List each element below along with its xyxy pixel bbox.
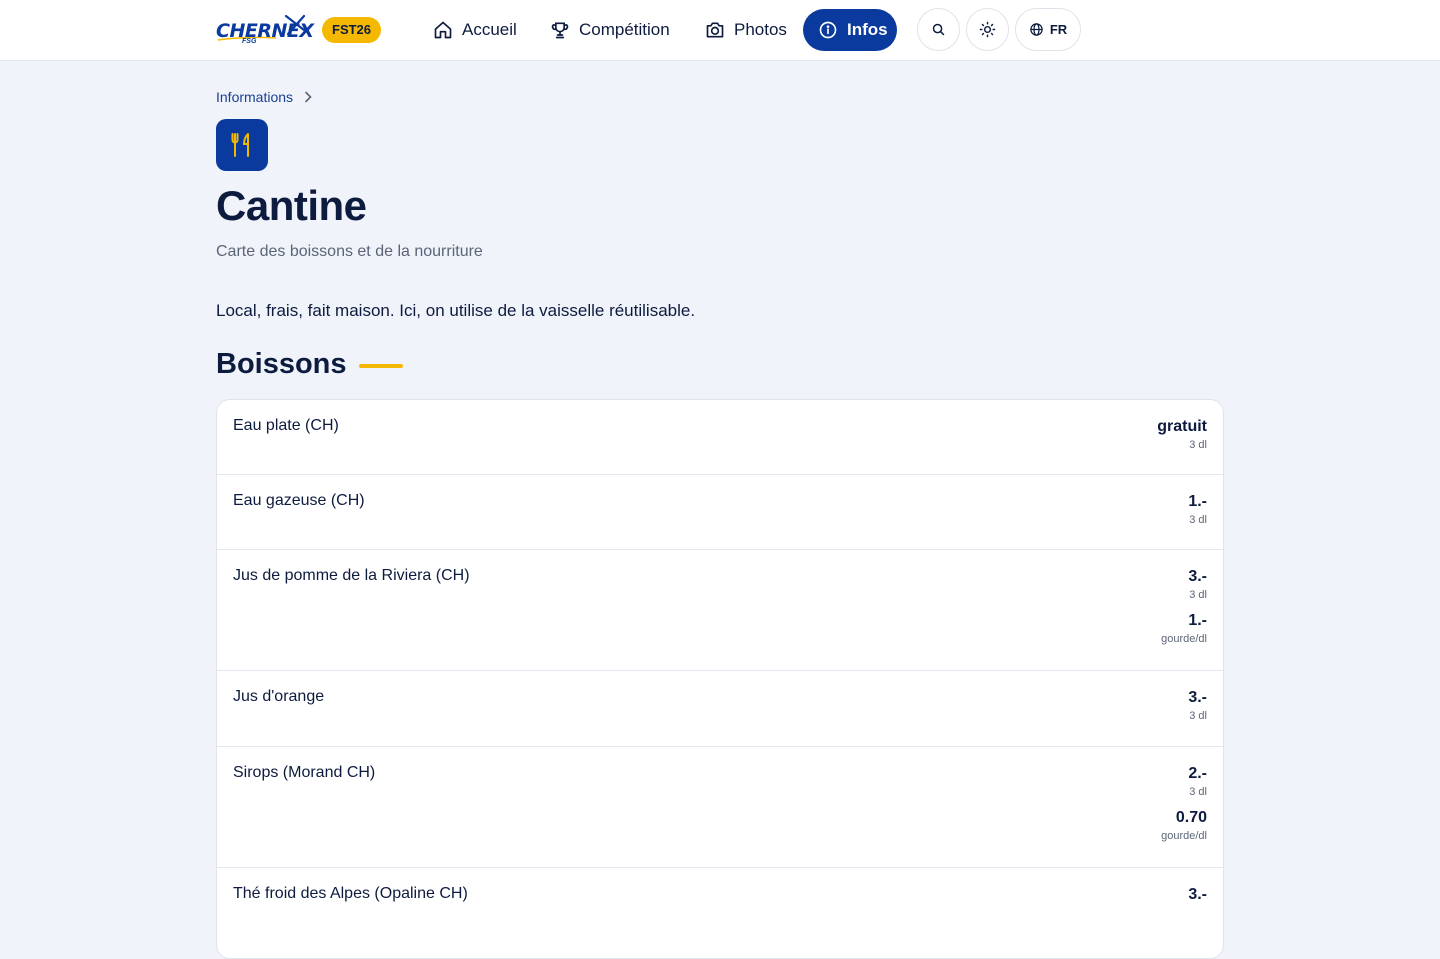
breadcrumb-informations[interactable]: Informations [216, 89, 293, 105]
nav-home[interactable]: Accueil [432, 9, 517, 51]
item-prices: 2.- 3 dl 0.70 gourde/dl [1161, 764, 1207, 852]
section-title: Boissons [216, 348, 347, 380]
chernex-logo[interactable]: CHERNEX FSG [216, 12, 314, 48]
nav-photos[interactable]: Photos [704, 9, 787, 51]
item-unit: gourde/dl [1161, 830, 1207, 842]
item-name: Eau plate (CH) [233, 417, 339, 434]
item-unit: gourde/dl [1161, 633, 1207, 645]
logo-subtext: FSG [242, 38, 257, 45]
nav-photos-label: Photos [734, 20, 787, 39]
event-badge: FST26 [322, 17, 382, 43]
nav-infos[interactable]: Infos [803, 9, 897, 51]
globe-icon [1030, 23, 1043, 36]
menu-row: Jus de pomme de la Riviera (CH) 3.- 3 dl… [217, 550, 1223, 671]
item-prices: 3.- 3 dl 1.- gourde/dl [1161, 567, 1207, 655]
item-price: 1.- [1188, 493, 1207, 510]
theme-toggle-button[interactable] [966, 8, 1009, 51]
breadcrumb: Informations [216, 89, 313, 105]
nav-competition-label: Compétition [579, 20, 670, 39]
menu-row: Jus d'orange 3.- 3 dl [217, 671, 1223, 747]
menu-row: Sirops (Morand CH) 2.- 3 dl 0.70 gourde/… [217, 747, 1223, 868]
menu-row: Eau plate (CH) gratuit 3 dl [217, 400, 1223, 475]
sun-icon [979, 21, 996, 38]
item-name: Jus d'orange [233, 688, 325, 705]
language-label: FR [1049, 22, 1068, 37]
item-name: Sirops (Morand CH) [233, 764, 376, 781]
home-icon [432, 20, 453, 41]
item-prices: gratuit 3 dl [1157, 417, 1207, 461]
item-unit: 3 dl [1189, 710, 1207, 722]
nav-infos-label: Infos [847, 20, 888, 39]
drinks-card: Eau plate (CH) gratuit 3 dl Eau gazeuse … [216, 399, 1224, 959]
logo-text: CHERNEX [216, 20, 314, 42]
search-button[interactable] [917, 8, 960, 51]
cutlery-icon [216, 119, 268, 171]
item-unit: 3 dl [1189, 786, 1207, 798]
item-price: 3.- [1188, 689, 1207, 706]
intro-text: Local, frais, fait maison. Ici, on utili… [216, 301, 696, 320]
search-icon [932, 23, 945, 36]
chevron-right-icon [305, 91, 312, 103]
item-price: 3.- [1188, 568, 1207, 585]
item-prices: 3.- [1188, 885, 1207, 905]
section-heading: Boissons [216, 348, 403, 381]
item-prices: 1.- 3 dl [1188, 492, 1207, 536]
item-price: 1.- [1188, 612, 1207, 629]
menu-row: Eau gazeuse (CH) 1.- 3 dl [217, 475, 1223, 550]
item-price: 0.70 [1175, 809, 1207, 826]
item-name: Eau gazeuse (CH) [233, 492, 365, 509]
section-accent-bar [358, 363, 403, 368]
item-name: Thé froid des Alpes (Opaline CH) [233, 885, 468, 902]
item-unit: 3 dl [1189, 439, 1207, 451]
page-title: Cantine [216, 182, 367, 229]
item-unit: 3 dl [1189, 514, 1207, 526]
language-button[interactable]: FR [1015, 8, 1081, 51]
info-icon [818, 20, 838, 41]
nav-competition[interactable]: Compétition [549, 9, 670, 51]
top-header: CHERNEX FSG FST26 Accueil Compétition Ph… [0, 0, 1440, 61]
page-subtitle: Carte des boissons et de la nourriture [216, 243, 483, 260]
camera-icon [704, 20, 725, 41]
menu-row: Thé froid des Alpes (Opaline CH) 3.- [217, 868, 1223, 958]
item-price: 2.- [1188, 765, 1207, 782]
trophy-icon [549, 20, 570, 41]
item-price: gratuit [1157, 418, 1207, 435]
item-name: Jus de pomme de la Riviera (CH) [233, 567, 470, 584]
item-unit: 3 dl [1189, 589, 1207, 601]
nav-home-label: Accueil [462, 20, 517, 39]
item-prices: 3.- 3 dl [1188, 688, 1207, 732]
item-price: 3.- [1188, 886, 1207, 903]
